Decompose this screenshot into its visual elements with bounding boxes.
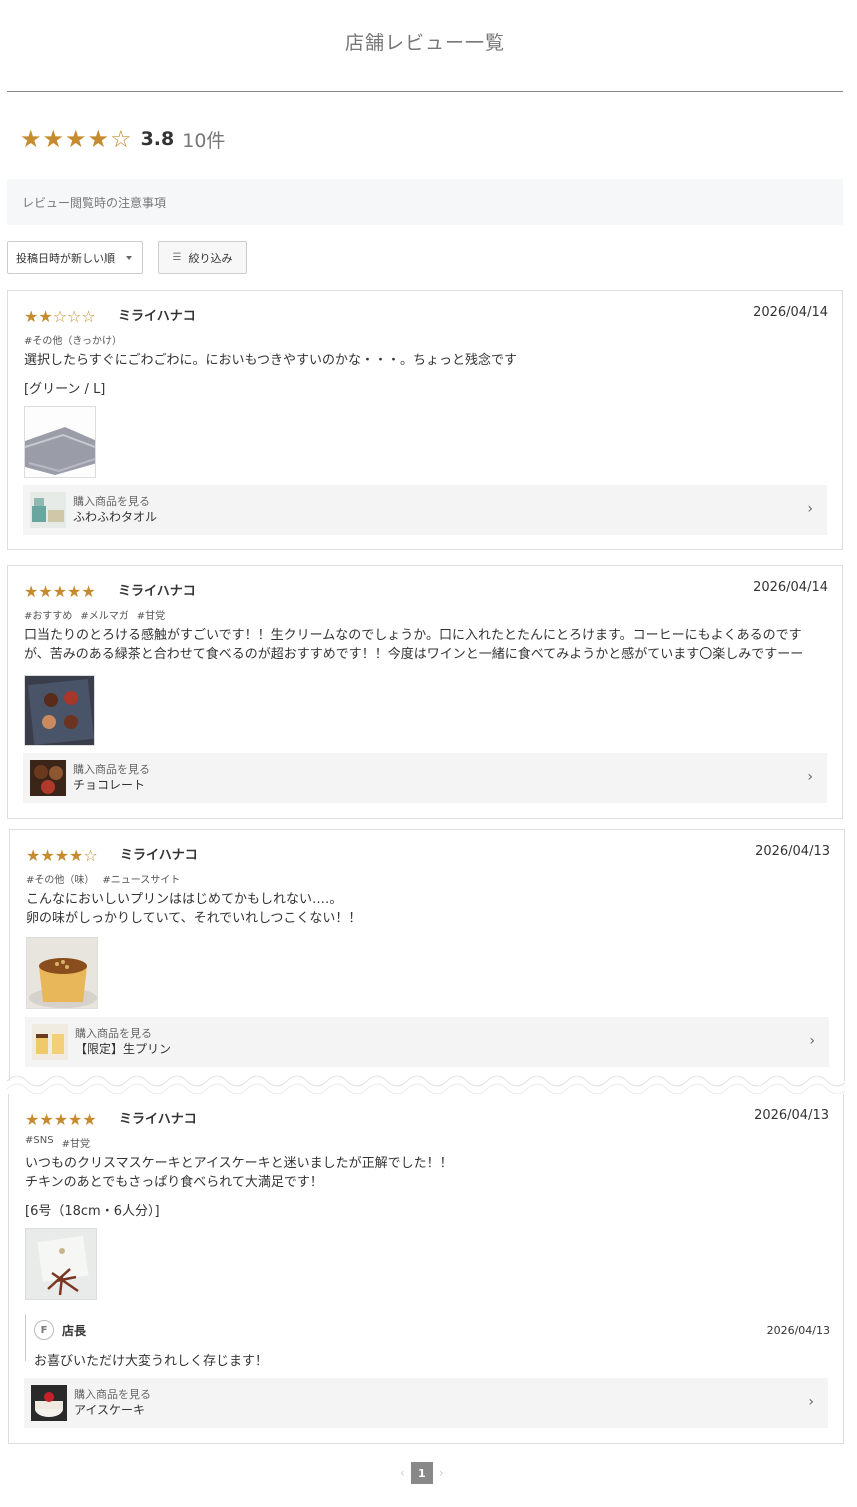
chevron-right-icon: › [809,1033,815,1049]
review-body: こんなにおいしいプリンははじめてかもしれない‥‥。 卵の味がしっかりしていて、そ… [26,890,826,928]
product-thumbnail [30,492,66,528]
review-tag[interactable]: #その他（きっかけ） [24,332,122,347]
review-date: 2026/04/14 [753,580,828,595]
pudding-image [27,938,97,1008]
product-name: 【限定】生プリン [75,1041,172,1056]
review-tag[interactable]: #メルマガ [80,607,128,622]
review-stars: ★★★★★ [24,582,96,601]
rating-summary: ★★★★☆ 3.8 10件 [20,124,225,154]
review-tag[interactable]: #ニュースサイト [102,871,180,886]
review-author: ミライハナコ [119,1112,197,1127]
notice-label: レビュー閲覧時の注意事項 [22,195,167,210]
sort-select[interactable]: 投稿日時が新しい順 [7,241,143,274]
review-stars: ★★★★★ [25,1110,97,1129]
summary-count: 10件 [182,129,226,152]
product-link-label: 購入商品を見る [75,1026,152,1040]
purchased-product-link[interactable]: 購入商品を見る 【限定】生プリン › [25,1017,829,1067]
title-divider [7,91,843,92]
product-name: ふわふわタオル [73,509,158,524]
purchased-product-link[interactable]: 購入商品を見る チョコレート › [23,753,827,803]
review-notice-link[interactable]: レビュー閲覧時の注意事項 [7,179,843,225]
review-author: ミライハナコ [120,848,198,863]
product-link-label: 購入商品を見る [74,1387,151,1401]
review-date: 2026/04/13 [754,1108,829,1123]
review-body-line: こんなにおいしいプリンははじめてかもしれない‥‥。 [26,892,343,907]
chevron-right-icon: › [808,1394,814,1410]
product-name: チョコレート [73,777,146,792]
purchased-product-link[interactable]: 購入商品を見る ふわふわタオル › [23,485,827,535]
review-date: 2026/04/13 [755,844,830,859]
summary-score: 3.8 [140,128,175,150]
product-thumbnail [30,760,66,796]
next-page-arrow[interactable]: › [439,1466,444,1480]
product-link-label: 購入商品を見る [73,762,150,776]
review-variant: [6号（18cm・6人分）] [25,1204,160,1219]
review-photo[interactable] [25,1228,97,1300]
product-thumbnail [32,1024,68,1060]
filter-label: 絞り込み [188,251,233,265]
review-card: ★★☆☆☆ ミライハナコ 2026/04/14 #その他（きっかけ） 選択したら… [7,290,843,550]
page-number-current[interactable]: 1 [410,1462,433,1484]
review-body: いつものクリスマスケーキとアイスケーキと迷いましたが正解でした！！ チキンのあと… [25,1154,825,1192]
product-name: アイスケーキ [74,1402,146,1417]
review-stars: ★★★★☆ [26,846,98,865]
reply-author: 店長 [62,1324,87,1338]
reply-date: 2026/04/13 [766,1324,830,1337]
review-tag[interactable]: #甘党 [62,1135,90,1150]
review-tags: #おすすめ #メルマガ #甘党 [24,607,165,622]
review-tags: #その他（味） #ニュースサイト [26,871,180,886]
review-body: 選択したらすぐにごわごわに。においもつきやすいのかな・・・。ちょっと残念です [24,353,517,368]
sort-value: 投稿日時が新しい順 [16,251,115,265]
review-tag[interactable]: #その他（味） [26,871,94,886]
product-link-label: 購入商品を見る [73,494,150,508]
review-body: 口当たりのとろける感触がすごいです！！生クリームなのでしょうか。口に入れたとたん… [24,628,804,662]
review-tag[interactable]: #SNS [25,1135,54,1150]
review-variant: [グリーン / L] [24,382,106,397]
chocolate-image [25,676,94,745]
review-date: 2026/04/14 [753,305,828,320]
review-card: ★★★★★ ミライハナコ 2026/04/14 #おすすめ #メルマガ #甘党 … [7,565,843,819]
review-tags: #その他（きっかけ） [24,332,122,347]
review-photo[interactable] [24,675,95,746]
shop-reply: F 店長 2026/04/13 お喜びいただけ大変うれしく存じます！ [25,1314,830,1369]
shop-avatar-icon: F [34,1320,54,1340]
reply-text: お喜びいただけ大変うれしく存じます！ [34,1354,269,1369]
review-author: ミライハナコ [118,584,196,599]
pagination: ‹ 1 › [400,1461,444,1485]
filter-icon: ☰ [172,252,182,263]
towel-image [25,407,95,477]
cake-box-image [26,1229,96,1299]
chevron-right-icon: › [807,769,813,785]
review-card: ★★★★★ ミライハナコ 2026/04/13 #SNS #甘党 いつものクリス… [8,1094,844,1444]
summary-stars: ★★★★☆ [20,125,133,153]
review-body-line: チキンのあとでもさっぱり食べられて大満足です！ [25,1175,323,1190]
review-stars: ★★☆☆☆ [24,307,96,326]
review-body-line: いつものクリスマスケーキとアイスケーキと迷いましたが正解でした！！ [25,1156,453,1171]
review-tag[interactable]: #甘党 [137,607,165,622]
review-card: ★★★★☆ ミライハナコ 2026/04/13 #その他（味） #ニュースサイト… [9,829,845,1081]
prev-page-arrow[interactable]: ‹ [400,1466,405,1480]
review-photo[interactable] [24,406,96,478]
product-thumbnail [31,1385,67,1421]
page-title: 店舗レビュー一覧 [344,32,505,54]
review-author: ミライハナコ [118,309,196,324]
review-tags: #SNS #甘党 [25,1135,90,1150]
chevron-right-icon: › [807,501,813,517]
caret-down-icon [126,256,132,260]
purchased-product-link[interactable]: 購入商品を見る アイスケーキ › [24,1378,828,1428]
filter-button[interactable]: ☰ 絞り込み [158,241,247,274]
review-tag[interactable]: #おすすめ [24,607,72,622]
review-body-line: 卵の味がしっかりしていて、それでいれしつこくない！！ [26,911,362,926]
review-photo[interactable] [26,937,98,1009]
